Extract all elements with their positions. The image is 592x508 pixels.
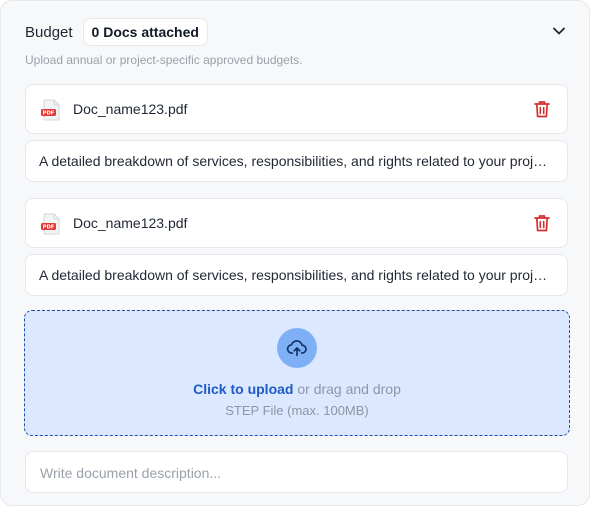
attached-file-card: PDF Doc_name123.pdf — [25, 84, 568, 134]
upload-button[interactable] — [277, 328, 317, 368]
file-type-hint: STEP File (max. 100MB) — [225, 403, 369, 418]
file-description-text: A detailed breakdown of services, respon… — [39, 267, 553, 283]
section-subtitle: Upload annual or project-specific approv… — [25, 53, 303, 67]
chevron-down-icon[interactable] — [551, 23, 567, 39]
section-header: Budget 0 Docs attached — [25, 18, 208, 46]
description-field — [25, 451, 568, 494]
cloud-upload-icon — [286, 340, 307, 357]
file-description[interactable]: A detailed breakdown of services, respon… — [25, 254, 568, 296]
budget-section: Budget 0 Docs attached Upload annual or … — [0, 0, 590, 506]
file-description-text: A detailed breakdown of services, respon… — [39, 153, 553, 169]
file-name: Doc_name123.pdf — [73, 215, 188, 231]
upload-instructions: Click to upload or drag and drop — [25, 381, 569, 397]
pdf-label: PDF — [43, 225, 55, 231]
pdf-file-icon: PDF — [41, 99, 60, 121]
description-input[interactable] — [38, 452, 557, 494]
section-title: Budget — [25, 23, 73, 41]
click-to-upload-link[interactable]: Click to upload — [193, 381, 293, 397]
file-description[interactable]: A detailed breakdown of services, respon… — [25, 140, 568, 182]
upload-dropzone[interactable]: Click to upload or drag and drop STEP Fi… — [24, 310, 570, 436]
docs-count-badge: 0 Docs attached — [82, 18, 208, 46]
trash-icon[interactable] — [532, 213, 552, 233]
pdf-file-icon: PDF — [41, 213, 60, 235]
trash-icon[interactable] — [532, 99, 552, 119]
drag-drop-text: or drag and drop — [293, 381, 401, 397]
file-name: Doc_name123.pdf — [73, 101, 188, 117]
attached-file-card: PDF Doc_name123.pdf — [25, 198, 568, 248]
pdf-label: PDF — [43, 111, 55, 117]
